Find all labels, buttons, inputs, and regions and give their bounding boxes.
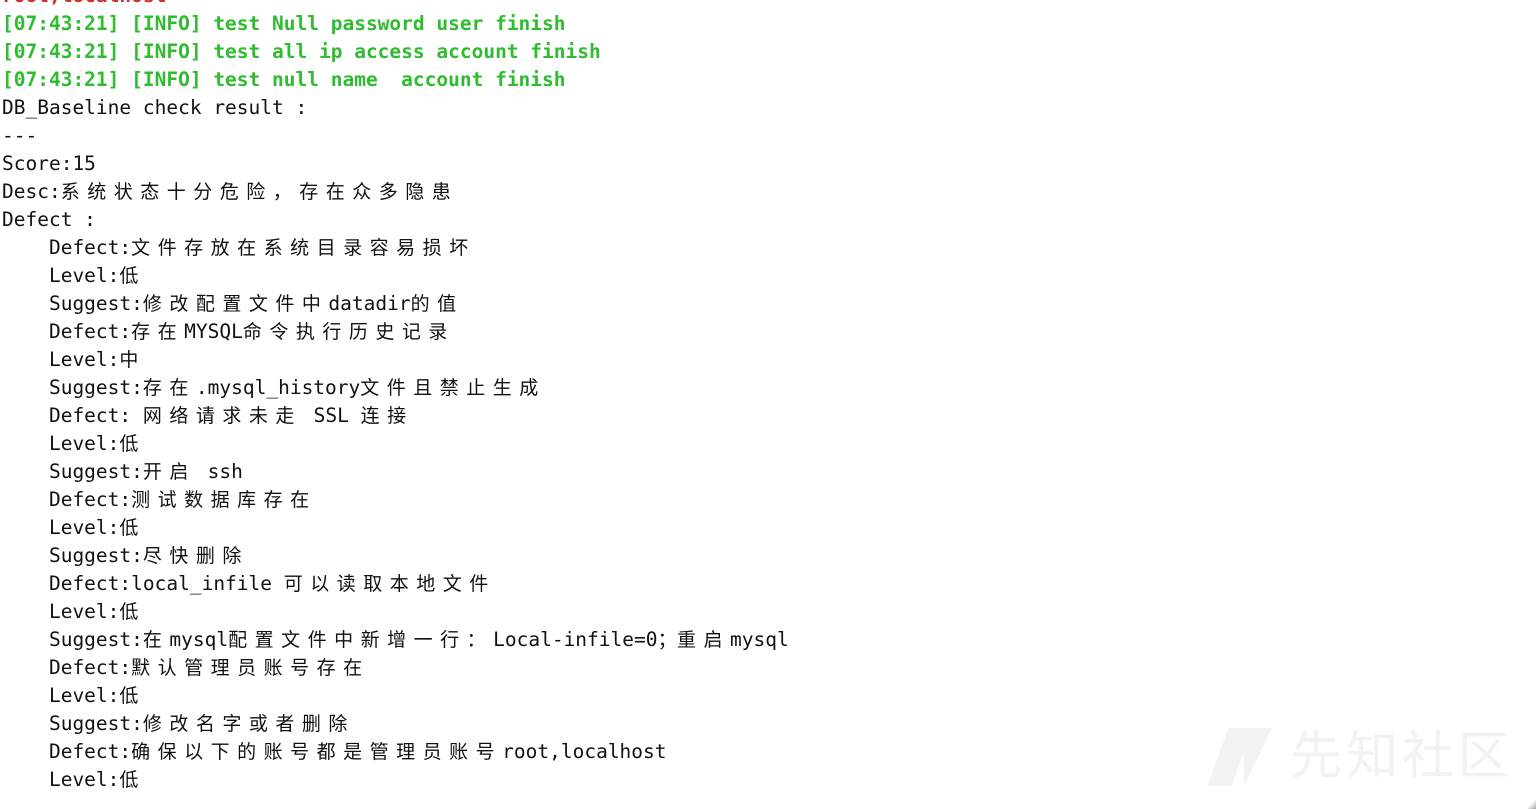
cjk-text-run: 开启 — [142, 461, 196, 483]
terminal-line: Suggest:在mysql配置文件中新增一行：Local-infile=0；重… — [0, 626, 1538, 654]
terminal-output-panel[interactable]: root,localhost [07:43:21] [INFO] test Nul… — [0, 0, 1538, 810]
ascii-text-run: Suggest: — [2, 376, 143, 399]
cjk-text-run: 低 — [119, 517, 139, 539]
cjk-text-run: 低 — [119, 433, 139, 455]
terminal-line: Level:低 — [0, 430, 1538, 458]
terminal-line: Suggest:开启 ssh — [0, 458, 1538, 486]
cjk-text-run: 测试数据库存在 — [131, 489, 317, 511]
terminal-line: Desc:系统状态十分危险，存在众多隐患 — [0, 178, 1538, 206]
terminal-line: Level:低 — [0, 514, 1538, 542]
cjk-text-run: 系统状态十分危险，存在众多隐患 — [60, 181, 459, 203]
terminal-line: Defect: 网络请求未走 SSL 连接 — [0, 402, 1538, 430]
cjk-text-run: 重启 — [677, 629, 731, 651]
cjk-text-run: 可以读取本地文件 — [283, 573, 496, 595]
ascii-text-run: Level: — [2, 516, 120, 539]
terminal-line: Level:低 — [0, 766, 1538, 794]
cjk-text-run: 命令执行历史记录 — [242, 321, 455, 343]
ascii-text-run: Defect: — [2, 488, 132, 511]
ascii-text-run: ssh — [195, 460, 243, 483]
terminal-line: Suggest:尽快删除 — [0, 542, 1538, 570]
cjk-text-run: 文件且禁止生成 — [360, 377, 546, 399]
cjk-text-run: 的值 — [410, 293, 464, 315]
cjk-text-run: 修改名字或者删除 — [142, 713, 355, 735]
ascii-text-run: Suggest: — [2, 292, 143, 315]
corner-artifact — [1527, 800, 1536, 809]
ascii-text-run: Level: — [2, 348, 120, 371]
terminal-scroll-area[interactable]: root,localhost [07:43:21] [INFO] test Nul… — [0, 0, 1538, 794]
terminal-line: Defect:存在MYSQL命令执行历史记录 — [0, 318, 1538, 346]
cjk-text-run: 默认管理员账号存在 — [131, 657, 370, 679]
terminal-line: --- — [2, 124, 38, 147]
ascii-text-run: SSL — [301, 404, 361, 427]
terminal-line: Defect:local_infile 可以读取本地文件 — [0, 570, 1538, 598]
cjk-text-run: 存在 — [131, 321, 185, 343]
ascii-text-run: Local-infile=0； — [493, 628, 677, 651]
ascii-text-run: Level: — [2, 432, 120, 455]
cjk-text-run: 中 — [119, 349, 139, 371]
cjk-text-run: 低 — [119, 685, 139, 707]
ascii-text-run: Level: — [2, 684, 120, 707]
ascii-text-run: Desc: — [2, 180, 61, 203]
terminal-line: Defect:默认管理员账号存在 — [0, 654, 1538, 682]
cjk-text-run: 低 — [119, 601, 139, 623]
terminal-line: [07:43:21] [INFO] test null name account… — [2, 68, 566, 91]
terminal-line: root,localhost — [0, 0, 1538, 10]
ascii-text-run: mysql — [169, 628, 229, 651]
ascii-text-run: Suggest: — [2, 712, 143, 735]
ascii-text-run: Defect: — [2, 320, 132, 343]
cjk-text-run: 尽快删除 — [142, 545, 249, 567]
ascii-text-run: Defect: — [2, 656, 132, 679]
terminal-line: Defect : — [2, 208, 96, 231]
cjk-text-run: 低 — [119, 769, 139, 791]
cjk-text-run: 文件存放在系统目录容易损坏 — [131, 237, 476, 259]
ascii-text-run: root,localhost — [502, 740, 667, 763]
terminal-line: Level:低 — [0, 262, 1538, 290]
ascii-text-run: Suggest: — [2, 460, 143, 483]
terminal-line: Suggest:修改名字或者删除 — [0, 710, 1538, 738]
terminal-line: [07:43:21] [INFO] test Null password use… — [2, 12, 566, 35]
ascii-text-run: .mysql_history — [195, 376, 361, 399]
cjk-text-run: 在 — [142, 629, 170, 651]
terminal-line: Suggest:存在.mysql_history文件且禁止生成 — [0, 374, 1538, 402]
terminal-line: Defect:测试数据库存在 — [0, 486, 1538, 514]
terminal-line: DB_Baseline check result : — [2, 96, 308, 119]
terminal-line: [07:43:21] [INFO] test all ip access acc… — [2, 40, 601, 63]
terminal-line: Level:低 — [0, 682, 1538, 710]
cjk-text-run: 配置文件中新增一行： — [228, 629, 494, 651]
ascii-text-run: datadir — [328, 292, 411, 315]
ascii-text-run: Defect: — [2, 404, 143, 427]
terminal-line: Defect:文件存放在系统目录容易损坏 — [0, 234, 1538, 262]
ascii-text-run: Suggest: — [2, 628, 143, 651]
ascii-text-run: Level: — [2, 264, 120, 287]
cjk-text-run: 网络请求未走 — [142, 405, 302, 427]
terminal-line: Score:15 — [2, 152, 96, 175]
ascii-text-run: Defect:local_infile — [2, 572, 284, 595]
ascii-text-run: Suggest: — [2, 544, 143, 567]
cjk-text-run: 存在 — [142, 377, 196, 399]
ascii-text-run: Level: — [2, 600, 120, 623]
cjk-text-run: 修改配置文件中 — [142, 293, 329, 315]
ascii-text-run: Defect: — [2, 740, 132, 763]
terminal-line: Level:中 — [0, 346, 1538, 374]
cjk-text-run: 确保以下的账号都是管理员账号 — [131, 741, 503, 763]
terminal-line: Level:低 — [0, 598, 1538, 626]
ascii-text-run: Defect: — [2, 236, 132, 259]
ascii-text-run: Level: — [2, 768, 120, 791]
ascii-text-run: mysql — [730, 628, 789, 651]
cjk-text-run: 连接 — [360, 405, 414, 427]
ascii-text-run: MYSQL — [184, 320, 243, 343]
terminal-line: Defect:确保以下的账号都是管理员账号root,localhost — [0, 738, 1538, 766]
terminal-line: Suggest:修改配置文件中datadir的值 — [0, 290, 1538, 318]
cjk-text-run: 低 — [119, 265, 139, 287]
